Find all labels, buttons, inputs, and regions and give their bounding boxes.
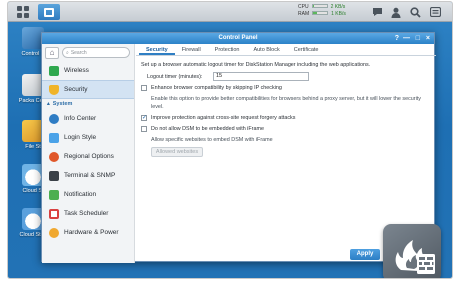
widgets-icon[interactable] [428, 5, 442, 19]
window-title: Control Panel [218, 35, 258, 41]
sidebar-item-hardware-power[interactable]: Hardware & Power [42, 223, 134, 242]
hardware-icon [49, 227, 59, 238]
sidebar-item-wireless[interactable]: Wireless [42, 61, 134, 80]
sidebar-item-info-center[interactable]: Info Center [42, 109, 134, 128]
search-icon: ⌕ [66, 49, 69, 56]
apply-button[interactable]: Apply [350, 249, 380, 260]
close-icon[interactable]: × [426, 33, 430, 44]
login-style-icon [49, 132, 59, 143]
iframe-row: Do not allow DSM to be embedded with iFr… [141, 125, 431, 133]
window-icon [44, 7, 54, 17]
sidebar-item-label: Regional Options [64, 153, 114, 160]
sidebar: ⌂ ⌕ Search Wireless Security ▴ System In… [42, 44, 135, 263]
message-icon[interactable] [370, 5, 384, 19]
sidebar-item-label: Wireless [64, 67, 89, 74]
security-settings: Set up a browser automatic logout timer … [136, 56, 436, 157]
sidebar-item-label: Login Style [64, 134, 97, 141]
control-panel-window: Control Panel ? — □ × ⌂ ⌕ Search Wireles… [41, 32, 436, 263]
minimize-icon[interactable]: — [403, 33, 410, 44]
logout-timer-label: Logout timer (minutes): [147, 73, 203, 80]
window-title-bar[interactable]: Control Panel ? — □ × [42, 33, 434, 44]
allowed-websites-button[interactable]: Allowed websites [151, 147, 203, 157]
ip-check-note: Enable this option to provide better com… [151, 96, 421, 110]
checkmark-icon: ✓ [142, 115, 148, 121]
iframe-note: Allow specific websites to embed DSM wit… [151, 137, 273, 143]
tab-firewall[interactable]: Firewall [175, 44, 208, 55]
sidebar-item-label: Info Center [64, 115, 97, 122]
iframe-checkbox[interactable] [141, 126, 147, 132]
resource-monitor-widget[interactable]: CPU 2 KB/s RAM 1 KB/s [298, 4, 360, 20]
sidebar-item-login-style[interactable]: Login Style [42, 128, 134, 147]
tab-protection[interactable]: Protection [208, 44, 247, 55]
home-button[interactable]: ⌂ [45, 46, 59, 59]
csrf-row: ✓ Improve protection against cross-site … [141, 114, 431, 122]
upload-speed: 2 KB/s [330, 4, 346, 10]
sidebar-item-regional-options[interactable]: Regional Options [42, 147, 134, 166]
main-menu-button[interactable] [12, 4, 34, 20]
cpu-label: CPU [298, 4, 309, 10]
home-icon: ⌂ [49, 48, 55, 57]
maximize-icon[interactable]: □ [416, 33, 420, 44]
search-placeholder: Search [70, 49, 87, 56]
sidebar-item-task-scheduler[interactable]: Task Scheduler [42, 204, 134, 223]
sidebar-item-label: Notification [64, 191, 97, 198]
tab-bar: Security Firewall Protection Auto Block … [136, 44, 436, 56]
cpu-bar [311, 4, 328, 8]
ip-check-label: Enhance browser compatibility by skippin… [151, 85, 282, 91]
logout-intro-text: Set up a browser automatic logout timer … [141, 62, 371, 68]
desktop: CPU 2 KB/s RAM 1 KB/s Control P Packa Ce… [8, 2, 452, 278]
shield-icon [49, 84, 59, 95]
sidebar-item-label: Security [64, 86, 88, 93]
sidebar-item-security[interactable]: Security [42, 80, 134, 99]
tab-security[interactable]: Security [139, 44, 175, 55]
tab-auto-block[interactable]: Auto Block [246, 44, 286, 55]
grid-icon [17, 6, 29, 18]
download-speed: 1 KB/s [331, 11, 346, 17]
iframe-label: Do not allow DSM to be embedded with iFr… [151, 126, 264, 132]
notification-icon [49, 189, 59, 200]
sidebar-item-label: Hardware & Power [64, 229, 119, 236]
ip-check-checkbox[interactable] [141, 85, 147, 91]
sidebar-item-terminal-snmp[interactable]: Terminal & SNMP [42, 166, 134, 185]
logout-timer-input[interactable]: 15 [213, 72, 309, 81]
sidebar-item-label: Task Scheduler [64, 210, 109, 217]
tab-certificate[interactable]: Certificate [287, 44, 326, 55]
wireless-icon [49, 65, 59, 76]
terminal-icon [49, 170, 59, 181]
logout-timer-row: Logout timer (minutes): 15 [147, 72, 431, 81]
sidebar-item-notification[interactable]: Notification [42, 185, 134, 204]
regional-icon [49, 151, 59, 162]
firewall-flame-icon [395, 240, 435, 274]
firewall-badge [383, 224, 441, 278]
ram-bar [312, 11, 329, 15]
task-scheduler-icon [49, 208, 59, 219]
taskbar: CPU 2 KB/s RAM 1 KB/s [8, 2, 452, 22]
ram-label: RAM [298, 11, 310, 17]
csrf-label: Improve protection against cross-site re… [151, 115, 296, 121]
user-icon[interactable] [389, 5, 403, 19]
collapse-arrow-icon: ▴ [47, 101, 50, 107]
search-icon[interactable] [408, 5, 422, 19]
help-icon[interactable]: ? [395, 33, 399, 44]
sidebar-item-label: Terminal & SNMP [64, 172, 116, 179]
taskbar-control-panel-button[interactable] [38, 4, 60, 20]
ip-check-row: Enhance browser compatibility by skippin… [141, 84, 431, 92]
desktop-icon-label: File St [25, 144, 41, 150]
sidebar-section-label: System [52, 101, 73, 107]
sidebar-toolbar: ⌂ ⌕ Search [42, 44, 134, 61]
csrf-checkbox[interactable]: ✓ [141, 115, 147, 121]
info-icon [49, 113, 59, 124]
sidebar-search-input[interactable]: ⌕ Search [62, 47, 130, 58]
sidebar-section-system[interactable]: ▴ System [42, 99, 134, 109]
